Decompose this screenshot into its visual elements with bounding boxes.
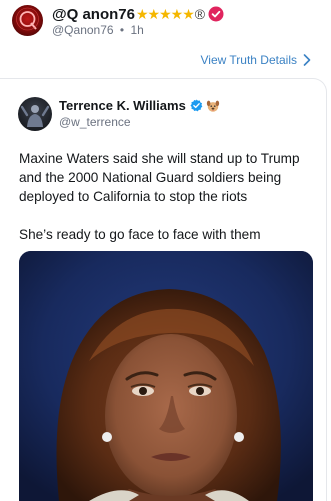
stars-emoji: ★★★★★: [135, 5, 195, 22]
registered-mark: ®: [194, 6, 206, 22]
author-name-row: @Q anon76 ★★★★★ ®: [52, 4, 224, 24]
view-truth-details-link[interactable]: View Truth Details: [201, 53, 312, 67]
person-silhouette-icon: [20, 105, 50, 127]
quoted-post-body: Maxine Waters said she will stand up to …: [19, 149, 319, 244]
portrait-illustration: [19, 251, 313, 501]
quoted-post-card[interactable]: Terrence K. Williams @w_terrence Maxine …: [0, 78, 327, 501]
separator-dot: •: [119, 23, 125, 37]
author-avatar[interactable]: [12, 5, 43, 36]
quoted-author-avatar[interactable]: [18, 97, 52, 131]
post-timestamp[interactable]: 1h: [130, 23, 143, 37]
author-handle[interactable]: @Qanon76: [52, 23, 114, 37]
post-text-paragraph: She’s ready to go face to face with them: [19, 227, 261, 242]
author-meta: @Qanon76 • 1h: [52, 23, 144, 37]
author-display-name[interactable]: @Q anon76: [52, 6, 135, 23]
chevron-right-icon: [303, 54, 311, 66]
view-details-label: View Truth Details: [200, 53, 298, 67]
verified-badge-icon: [208, 6, 224, 22]
post-photo[interactable]: [19, 251, 313, 501]
dog-face-emoji-icon: [206, 100, 219, 112]
quoted-author-name[interactable]: Terrence K. Williams: [59, 98, 186, 113]
post-text-paragraph: Maxine Waters said she will stand up to …: [19, 151, 300, 204]
post-header: @Q anon76 ★★★★★ ® @Qanon76 • 1h: [0, 0, 331, 48]
q-logo-icon: [16, 7, 39, 31]
quoted-author-handle[interactable]: @w_terrence: [59, 115, 131, 129]
quoted-author-name-row: Terrence K. Williams: [59, 98, 220, 113]
verified-badge-icon: [190, 99, 203, 112]
